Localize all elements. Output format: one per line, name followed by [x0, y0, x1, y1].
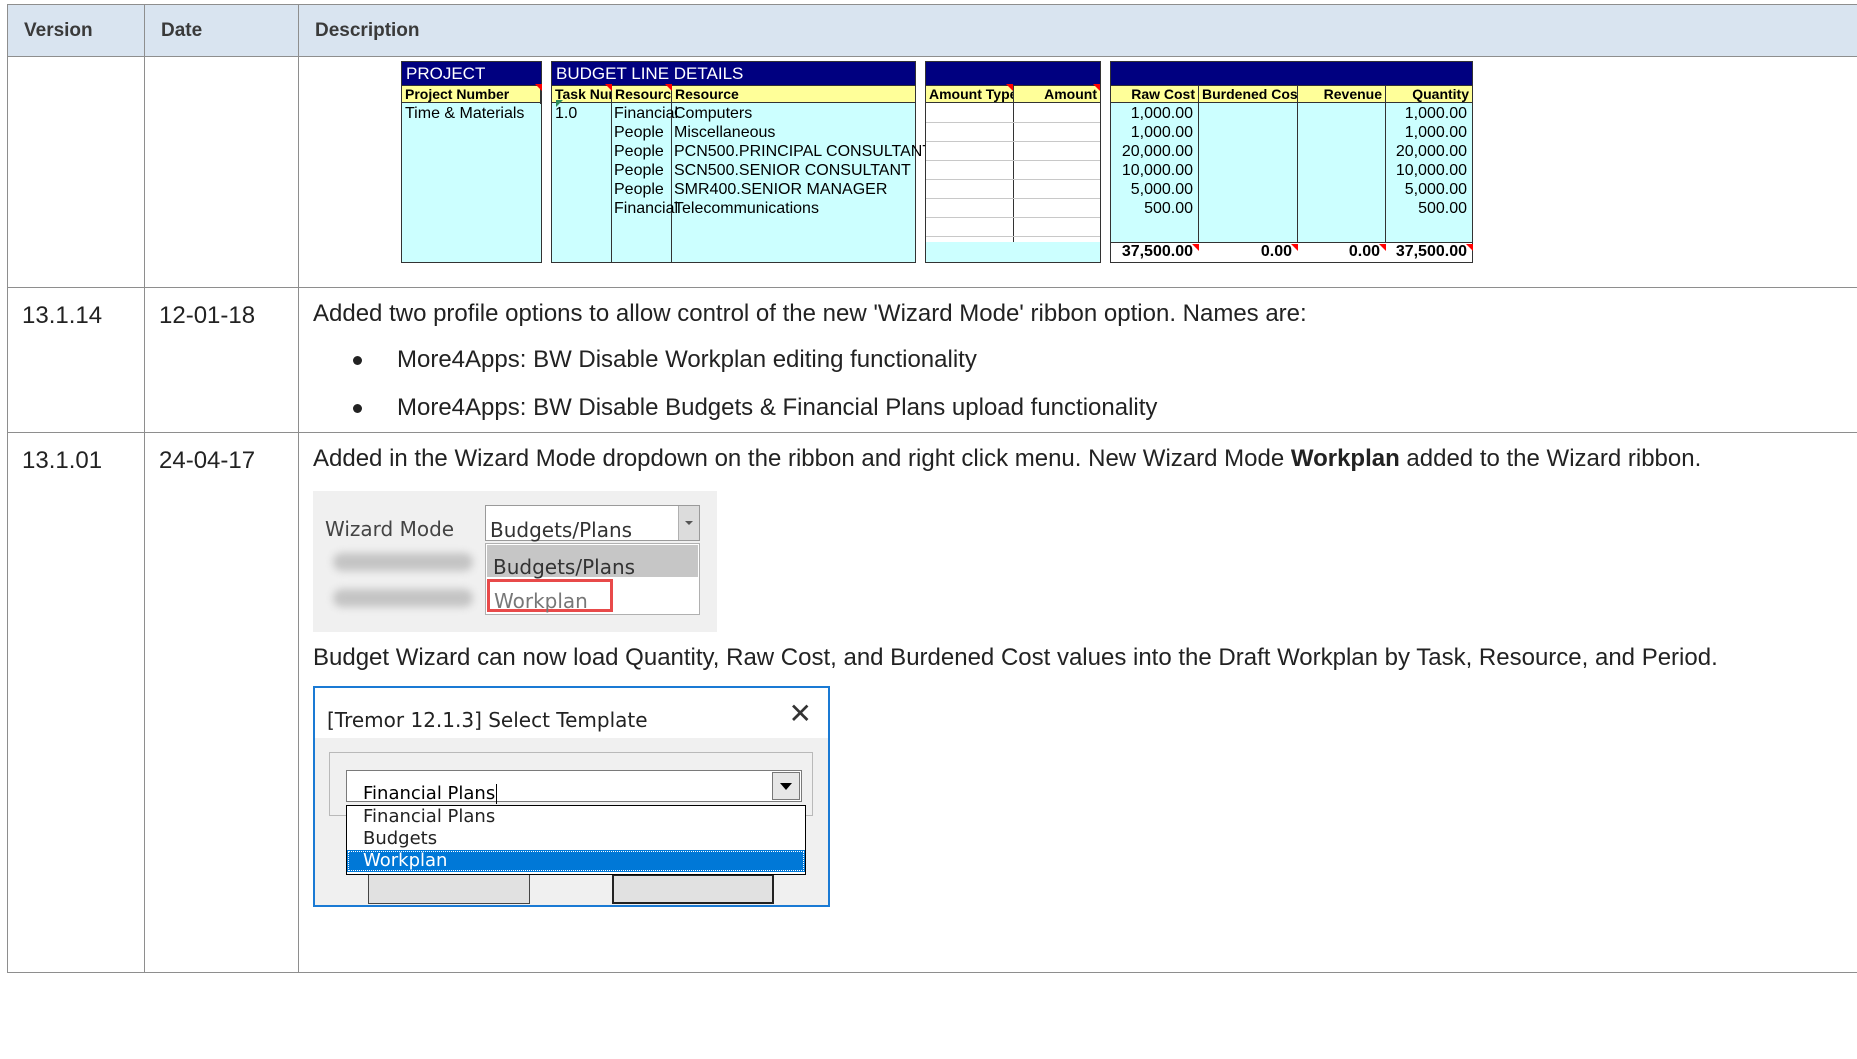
budget-block-title: BUDGET LINE DETAILS: [552, 62, 915, 85]
version-cell: 13.1.01: [7, 432, 145, 973]
raw-cost-value: 1,000.00: [1130, 124, 1193, 141]
raw-cost-value: 20,000.00: [1121, 143, 1193, 160]
option-workplan[interactable]: Workplan: [487, 579, 613, 613]
amount-block: Amount Type Amount: [925, 61, 1101, 263]
quantity-value: 10,000.00: [1395, 162, 1467, 179]
resource-class-header: Resource: [612, 86, 672, 104]
quantity-value: 20,000.00: [1395, 143, 1467, 160]
quantity-value: 1,000.00: [1404, 124, 1467, 141]
amount-header: Amount: [1044, 86, 1097, 102]
resource-class: People: [614, 162, 664, 179]
project-block-title: PROJECT: [402, 62, 541, 85]
date-cell: 12-01-18: [144, 287, 299, 433]
list-item: More4Apps: BW Disable Workplan editing f…: [353, 336, 1840, 384]
project-number-header: Project Number: [402, 86, 541, 104]
profile-options-list: More4Apps: BW Disable Workplan editing f…: [313, 336, 1840, 432]
quantity-value: 500.00: [1418, 200, 1467, 217]
table-row: 13.1.14 12-01-18 Added two profile optio…: [7, 287, 1857, 433]
table-row: 13.1.01 24-04-17 Added in the Wizard Mod…: [7, 432, 1857, 973]
quantity-header: Quantity: [1412, 86, 1469, 102]
version-cell: 13.1.14: [7, 287, 145, 433]
resource-name: Telecommunications: [674, 200, 819, 217]
option-budgets-plans[interactable]: Budgets/Plans: [487, 545, 698, 579]
header-version: Version: [7, 4, 145, 57]
burdened-cost-total: 0.00: [1260, 243, 1292, 260]
burdened-cost-header: Burdened Cost: [1199, 86, 1298, 104]
wizard-mode-screenshot: Wizard Mode Budgets/Plans Budgets/Plans …: [313, 491, 717, 632]
quantity-value: 5,000.00: [1404, 181, 1467, 198]
dialog-title: [Tremor 12.1.3] Select Template: [327, 708, 648, 732]
close-icon[interactable]: ✕: [789, 696, 812, 732]
wizard-mode-label: Wizard Mode: [325, 517, 455, 541]
option-financial-plans[interactable]: Financial Plans: [347, 806, 805, 828]
quantity-value: 1,000.00: [1404, 105, 1467, 122]
raw-cost-header: Raw Cost: [1111, 86, 1199, 104]
template-combo[interactable]: Financial Plans: [346, 770, 802, 804]
raw-cost-value: 1,000.00: [1130, 105, 1193, 122]
budget-spreadsheet-image: PROJECT Project Number Time & Materials …: [299, 57, 1857, 282]
template-combo-value: Financial Plans: [363, 783, 496, 804]
resource-name: SCN500.SENIOR CONSULTANT: [674, 162, 911, 179]
chevron-down-icon[interactable]: [678, 506, 699, 540]
release-notes-table: Version Date Description PROJECT Project…: [7, 4, 1857, 973]
wizard-mode-dropdown[interactable]: Budgets/Plans: [485, 505, 700, 542]
project-block: PROJECT Project Number Time & Materials: [401, 61, 542, 263]
description-cell: Added in the Wizard Mode dropdown on the…: [298, 432, 1857, 973]
resource-header: Resource: [675, 86, 739, 102]
revenue-header: Revenue: [1298, 86, 1386, 104]
table-row-continuation: PROJECT Project Number Time & Materials …: [7, 56, 1857, 288]
workplan-bold: Workplan: [1290, 445, 1400, 472]
resource-class: Financial: [614, 200, 679, 217]
description-cell-grid: PROJECT Project Number Time & Materials …: [298, 56, 1857, 288]
paragraph-2: Budget Wizard can now load Quantity, Raw…: [313, 644, 1718, 671]
date-cell: 24-04-17: [144, 432, 299, 973]
resource-name: PCN500.PRINCIPAL CONSULTANT: [674, 143, 933, 160]
resource-class: People: [614, 143, 664, 160]
amount-type-header: Amount Type: [926, 86, 1014, 104]
budget-line-block: BUDGET LINE DETAILS Task Num Resource Re…: [551, 61, 932, 263]
raw-cost-total: 37,500.00: [1121, 243, 1193, 260]
raw-cost-value: 5,000.00: [1130, 181, 1193, 198]
list-item: More4Apps: BW Disable Budgets & Financia…: [353, 384, 1840, 432]
template-options-list: Financial Plans Budgets Workplan: [346, 805, 806, 875]
dialog-button-right[interactable]: [612, 874, 774, 904]
row-intro-text: Added in the Wizard Mode dropdown on the…: [313, 445, 1702, 472]
resource-class: Financial: [614, 105, 679, 122]
quantity-total: 37,500.00: [1395, 243, 1467, 260]
select-template-dialog: [Tremor 12.1.3] Select Template ✕ Financ…: [313, 686, 830, 907]
wizard-mode-options: Budgets/Plans Workplan: [485, 543, 700, 615]
raw-cost-value: 10,000.00: [1121, 162, 1193, 179]
description-cell: Added two profile options to allow contr…: [298, 287, 1857, 433]
resource-name: Computers: [674, 105, 753, 122]
option-workplan-selected[interactable]: Workplan: [347, 850, 805, 872]
date-cell-empty: [144, 56, 299, 288]
table-header-row: Version Date Description: [7, 4, 1857, 57]
option-budgets[interactable]: Budgets: [347, 828, 805, 850]
resource-name: SMR400.SENIOR MANAGER: [674, 181, 888, 198]
project-number-value: Time & Materials: [405, 105, 525, 122]
version-cell-empty: [7, 56, 145, 288]
chevron-down-icon[interactable]: [772, 772, 800, 800]
header-description: Description: [298, 4, 1857, 57]
resource-class: People: [614, 124, 664, 141]
resource-name: Miscellaneous: [674, 124, 776, 141]
wizard-mode-selected: Budgets/Plans: [490, 518, 633, 542]
dialog-button-left[interactable]: [368, 874, 530, 904]
raw-cost-value: 500.00: [1144, 200, 1193, 217]
revenue-total: 0.00: [1348, 243, 1380, 260]
row-intro-text: Added two profile options to allow contr…: [313, 300, 1307, 327]
header-date: Date: [144, 4, 299, 57]
resource-class: People: [614, 181, 664, 198]
cost-block: Raw Cost Burdened Cost Revenue Quantity …: [1110, 61, 1473, 263]
